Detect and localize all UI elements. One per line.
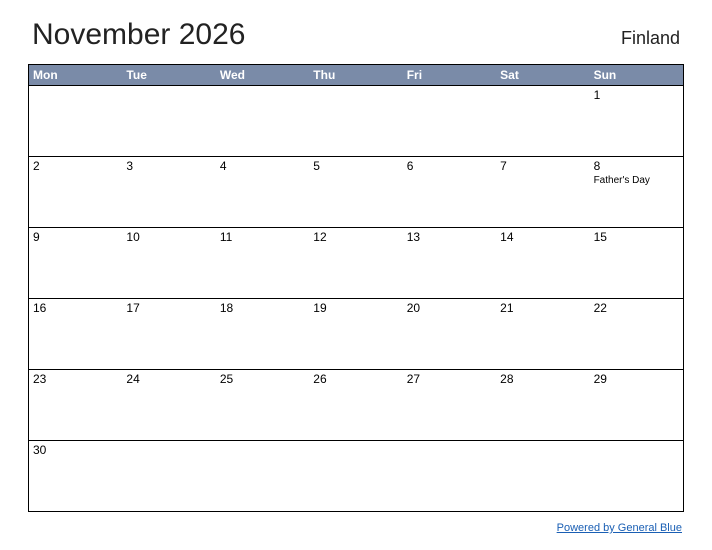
day-cell [309,441,402,511]
week-row: 1 [29,85,683,156]
day-number: 27 [407,372,492,386]
week-row: 2 3 4 5 6 7 8 Father's Day [29,156,683,227]
weekday-label: Sat [496,65,589,85]
day-number: 28 [500,372,585,386]
day-cell [216,86,309,156]
day-cell: 28 [496,370,589,440]
day-number: 3 [126,159,211,173]
calendar-grid: Mon Tue Wed Thu Fri Sat Sun 1 2 3 4 5 6 … [28,64,684,512]
day-cell: 12 [309,228,402,298]
week-row: 9 10 11 12 13 14 15 [29,227,683,298]
day-cell [122,441,215,511]
day-cell [496,441,589,511]
day-cell: 14 [496,228,589,298]
day-number: 29 [594,372,679,386]
day-cell: 1 [590,86,683,156]
day-number: 16 [33,301,118,315]
week-row: 30 [29,440,683,511]
day-cell: 27 [403,370,496,440]
day-number: 22 [594,301,679,315]
day-cell [496,86,589,156]
day-number: 14 [500,230,585,244]
day-cell: 20 [403,299,496,369]
day-number: 10 [126,230,211,244]
day-cell: 13 [403,228,496,298]
day-number: 6 [407,159,492,173]
day-number: 18 [220,301,305,315]
day-cell: 7 [496,157,589,227]
calendar-header: November 2026 Finland [28,18,684,52]
day-number: 30 [33,443,118,457]
day-number: 12 [313,230,398,244]
day-cell [29,86,122,156]
day-cell: 4 [216,157,309,227]
day-cell: 30 [29,441,122,511]
day-cell: 25 [216,370,309,440]
day-number: 1 [594,88,679,102]
day-cell: 9 [29,228,122,298]
day-number: 21 [500,301,585,315]
weekday-label: Mon [29,65,122,85]
day-number: 5 [313,159,398,173]
day-cell [590,441,683,511]
day-number: 7 [500,159,585,173]
day-cell: 24 [122,370,215,440]
weekday-label: Sun [590,65,683,85]
weekday-label: Wed [216,65,309,85]
day-number: 13 [407,230,492,244]
day-number: 2 [33,159,118,173]
week-row: 16 17 18 19 20 21 22 [29,298,683,369]
day-cell: 29 [590,370,683,440]
day-number: 9 [33,230,118,244]
day-cell [403,441,496,511]
day-cell: 5 [309,157,402,227]
day-cell [403,86,496,156]
weekday-label: Thu [309,65,402,85]
day-number: 19 [313,301,398,315]
powered-by-link[interactable]: Powered by General Blue [557,522,682,534]
day-number: 26 [313,372,398,386]
day-number: 23 [33,372,118,386]
weekday-header-row: Mon Tue Wed Thu Fri Sat Sun [29,65,683,85]
footer: Powered by General Blue [28,518,684,536]
day-number: 4 [220,159,305,173]
day-cell [309,86,402,156]
day-number: 8 [594,159,679,173]
day-cell: 17 [122,299,215,369]
day-cell [216,441,309,511]
day-cell: 15 [590,228,683,298]
day-number: 25 [220,372,305,386]
day-cell: 26 [309,370,402,440]
day-number: 17 [126,301,211,315]
weekday-label: Tue [122,65,215,85]
day-cell: 3 [122,157,215,227]
day-cell: 16 [29,299,122,369]
day-cell: 23 [29,370,122,440]
day-cell: 22 [590,299,683,369]
calendar-region: Finland [621,28,680,49]
day-cell [122,86,215,156]
day-cell: 19 [309,299,402,369]
day-cell: 6 [403,157,496,227]
day-cell: 18 [216,299,309,369]
day-number: 20 [407,301,492,315]
day-number: 15 [594,230,679,244]
week-row: 23 24 25 26 27 28 29 [29,369,683,440]
day-cell: 8 Father's Day [590,157,683,227]
day-number: 11 [220,230,305,244]
day-cell: 21 [496,299,589,369]
day-cell: 10 [122,228,215,298]
calendar-title: November 2026 [32,18,245,52]
day-number: 24 [126,372,211,386]
day-cell: 2 [29,157,122,227]
weekday-label: Fri [403,65,496,85]
event-label: Father's Day [594,175,679,187]
day-cell: 11 [216,228,309,298]
